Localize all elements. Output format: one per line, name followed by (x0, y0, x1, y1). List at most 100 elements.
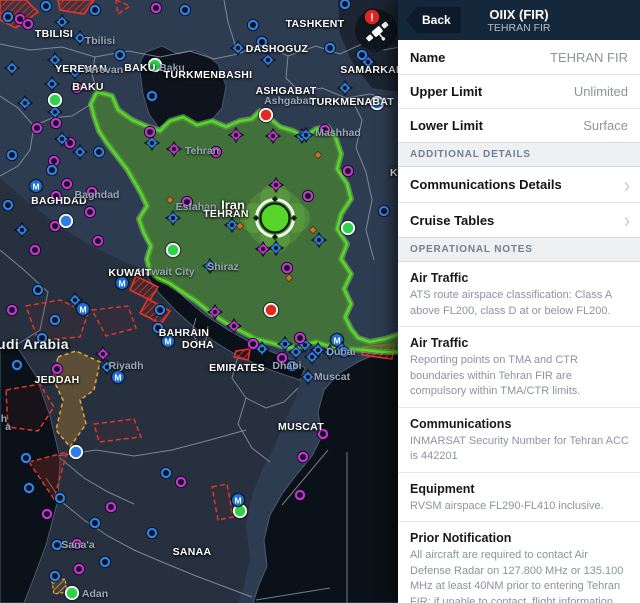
panel-subtitle: TEHRAN FIR (488, 22, 551, 34)
back-button[interactable]: Back (406, 7, 461, 33)
airport-blue-dot[interactable] (69, 445, 84, 460)
waypoint-blue-ring[interactable] (99, 556, 110, 567)
waypoint-magenta-ring[interactable] (175, 476, 186, 487)
waypoint-blue-compass[interactable] (261, 53, 275, 67)
waypoint-blue-ring[interactable] (286, 360, 297, 371)
waypoint-blue-ring[interactable] (378, 205, 389, 216)
waypoint-magenta-ring[interactable] (92, 235, 103, 246)
waypoint-blue-ring[interactable] (46, 164, 57, 175)
waypoint-blue-compass[interactable] (18, 96, 32, 110)
airport-red-dot[interactable] (259, 108, 274, 123)
waypoint-blue-ring[interactable] (36, 332, 47, 343)
waypoint-magenta-ring[interactable] (84, 206, 95, 217)
waypoint-magenta-ring[interactable] (181, 196, 192, 207)
waypoint-blue-ring[interactable] (154, 304, 165, 315)
waypoint-blue-ring[interactable] (32, 284, 43, 295)
waypoint-blue-compass[interactable] (68, 65, 82, 79)
waypoint-magenta-ring[interactable] (71, 82, 82, 93)
waypoint-blue-ring[interactable] (89, 4, 100, 15)
waypoint-magenta-ring[interactable] (105, 501, 116, 512)
waypoint-blue-compass[interactable] (73, 145, 87, 159)
waypoint-magenta-ring[interactable] (297, 451, 308, 462)
waypoint-magenta-ring[interactable] (319, 124, 330, 135)
waypoint-blue-compass[interactable] (73, 31, 87, 45)
waypoint-magenta-ring[interactable] (50, 190, 61, 201)
waypoint-magenta-ring[interactable] (294, 489, 305, 500)
waypoint-blue-ring[interactable] (152, 322, 163, 333)
waypoint-blue-compass[interactable] (231, 41, 245, 55)
waypoint-magenta-ring[interactable] (86, 186, 97, 197)
airspace-area-red-dash[interactable] (116, 0, 130, 14)
waypoint-magenta-ring[interactable] (302, 190, 313, 201)
waypoint-magenta-ring[interactable] (71, 538, 82, 549)
waypoint-blue-ring[interactable] (339, 0, 350, 10)
tfr-notification-icon[interactable]: ! (355, 9, 397, 51)
waypoint-blue-ring[interactable] (338, 346, 349, 357)
waypoint-blue-compass[interactable] (55, 15, 69, 29)
marker-m-circle[interactable]: M (111, 370, 124, 383)
link-communications-details[interactable]: Communications Details › (398, 167, 640, 202)
waypoint-magenta-ring[interactable] (29, 244, 40, 255)
airport-green-dot[interactable] (48, 93, 63, 108)
waypoint-blue-ring[interactable] (247, 19, 258, 30)
waypoint-blue-ring[interactable] (256, 36, 267, 47)
waypoint-blue-compass[interactable] (338, 81, 352, 95)
airport-green-dot[interactable] (341, 221, 356, 236)
airport-green-dot[interactable] (148, 58, 163, 73)
waypoint-magenta-ring[interactable] (247, 338, 258, 349)
map-canvas[interactable]: MMMMMMM! (0, 0, 400, 603)
waypoint-blue-ring[interactable] (49, 314, 60, 325)
waypoint-blue-ring[interactable] (23, 482, 34, 493)
airport-blue-dot[interactable] (59, 214, 74, 229)
waypoint-magenta-ring[interactable] (150, 2, 161, 13)
waypoint-magenta-ring[interactable] (317, 428, 328, 439)
airport-green-dot[interactable] (166, 243, 181, 258)
waypoint-blue-ring[interactable] (2, 199, 13, 210)
waypoint-blue-ring[interactable] (89, 517, 100, 528)
link-cruise-tables[interactable]: Cruise Tables › (398, 202, 640, 237)
waypoint-blue-ring[interactable] (11, 359, 22, 370)
marker-m-circle[interactable]: M (76, 302, 89, 315)
airport-red-dot[interactable] (264, 303, 279, 318)
waypoint-magenta-ring[interactable] (41, 508, 52, 519)
waypoint-blue-ring[interactable] (51, 539, 62, 550)
marker-m-circle[interactable]: M (29, 179, 42, 192)
waypoint-magenta-ring[interactable] (61, 178, 72, 189)
waypoint-blue-ring[interactable] (20, 452, 31, 463)
waypoint-blue-ring[interactable] (54, 492, 65, 503)
waypoint-blue-ring[interactable] (160, 467, 171, 478)
waypoint-blue-ring[interactable] (179, 4, 190, 15)
waypoint-blue-ring[interactable] (40, 0, 51, 11)
waypoint-magenta-ring[interactable] (294, 332, 305, 343)
waypoint-magenta-ring[interactable] (50, 117, 61, 128)
marker-m-circle[interactable]: M (231, 493, 244, 506)
waypoint-blue-ring[interactable] (49, 570, 60, 581)
airport-green-dot[interactable] (65, 586, 80, 601)
waypoint-magenta-ring[interactable] (31, 122, 42, 133)
waypoint-blue-ring[interactable] (146, 527, 157, 538)
waypoint-blue-ring[interactable] (93, 146, 104, 157)
waypoint-magenta-ring[interactable] (276, 352, 287, 363)
map[interactable]: MMMMMMM! TBILISITbilisiYEREVANYerevanBAK… (0, 0, 400, 603)
waypoint-blue-ring[interactable] (146, 90, 157, 101)
waypoint-magenta-ring[interactable] (144, 126, 155, 137)
waypoint-blue-compass[interactable] (45, 77, 59, 91)
waypoint-blue-compass[interactable] (5, 61, 19, 75)
airport-blue-dot[interactable] (370, 96, 385, 111)
waypoint-magenta-ring[interactable] (6, 304, 17, 315)
waypoint-blue-ring[interactable] (356, 49, 367, 60)
waypoint-magenta-ring[interactable] (210, 146, 221, 157)
airspace-area-red-hatch[interactable] (58, 0, 94, 14)
waypoint-magenta-ring[interactable] (22, 18, 33, 29)
waypoint-blue-ring[interactable] (114, 49, 125, 60)
waypoint-blue-compass[interactable] (48, 53, 62, 67)
waypoint-magenta-ring[interactable] (342, 165, 353, 176)
waypoint-blue-ring[interactable] (2, 11, 13, 22)
waypoint-magenta-ring[interactable] (73, 563, 84, 574)
marker-m-circle[interactable]: M (115, 276, 128, 289)
waypoint-magenta-ring[interactable] (51, 363, 62, 374)
marker-m-circle[interactable]: M (161, 334, 174, 347)
waypoint-blue-ring[interactable] (324, 42, 335, 53)
waypoint-magenta-ring[interactable] (281, 262, 292, 273)
waypoint-blue-ring[interactable] (6, 149, 17, 160)
